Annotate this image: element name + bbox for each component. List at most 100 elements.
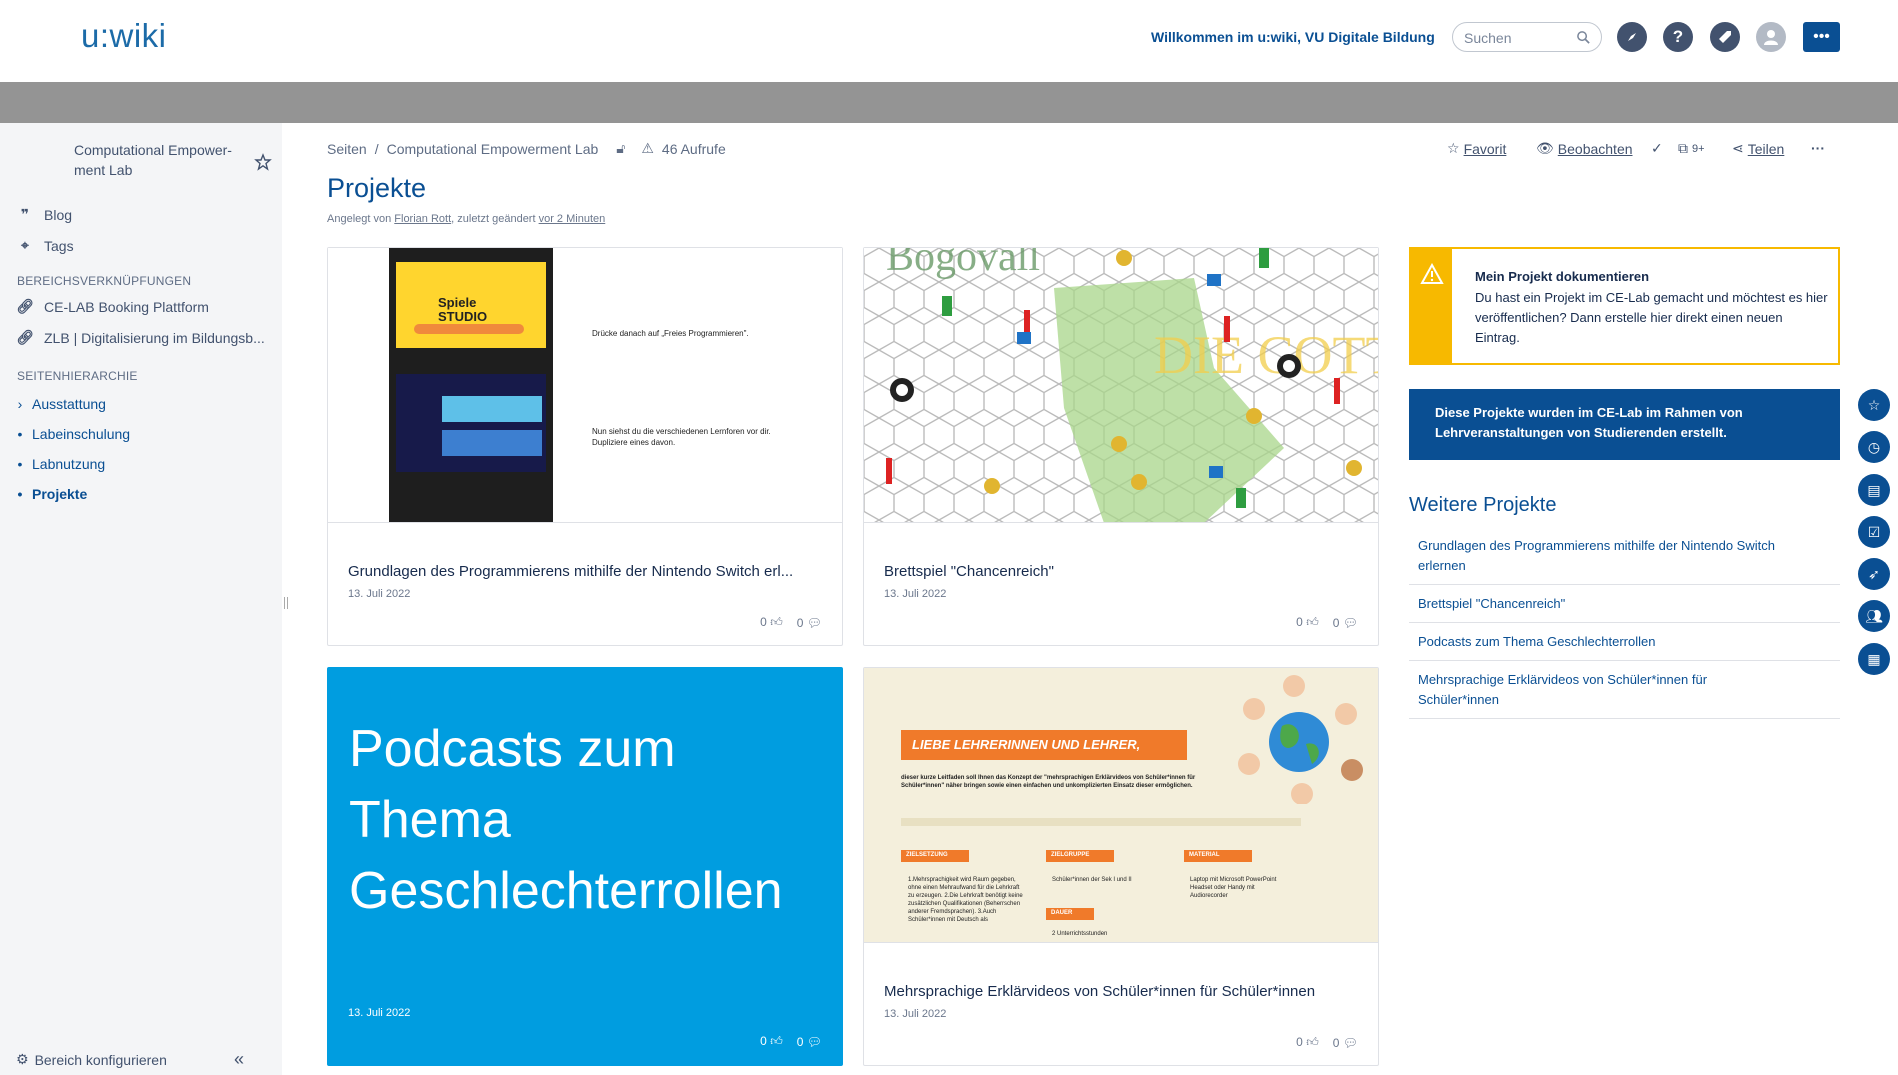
project-card[interactable]: Podcasts zum Thema Geschlechterrollen 13… xyxy=(327,667,843,1066)
comment-count[interactable]: 0 💬︎ xyxy=(797,616,822,630)
header-banner xyxy=(0,82,1898,123)
tree-item-labnutzung[interactable]: • Labnutzung xyxy=(16,456,106,472)
project-card[interactable]: Spiele STUDIO Drücke danach auf „Freies … xyxy=(327,247,843,646)
thumb-label: MATERIAL xyxy=(1184,850,1252,862)
collapse-sidebar-icon[interactable]: « xyxy=(234,1049,244,1070)
globe-people-illustration xyxy=(1238,675,1363,804)
like-count[interactable]: 0 👍︎ xyxy=(1296,1035,1319,1050)
card-stats: 0 👍︎ 0 💬︎ xyxy=(760,1034,822,1049)
breadcrumb-root[interactable]: Seiten xyxy=(327,141,367,157)
apps-grid-icon[interactable]: ▦ xyxy=(1858,643,1890,675)
favorite-button[interactable]: ☆ Favorit xyxy=(1447,140,1506,157)
card-title[interactable]: Grundlagen des Programmierens mithilfe d… xyxy=(348,563,824,580)
tag-icon: ⌖ xyxy=(21,237,29,253)
bullet-icon: • xyxy=(17,486,23,502)
more-menu-button[interactable]: ••• xyxy=(1803,22,1840,52)
watch-label: Beobachten xyxy=(1557,140,1633,157)
breadcrumb-parent[interactable]: Computational Empowerment Lab xyxy=(387,141,599,157)
weitere-projekte-list: Grundlagen des Programmierens mithilfe d… xyxy=(1409,527,1840,719)
user-avatar[interactable] xyxy=(1756,22,1786,52)
comment-count[interactable]: 0 💬︎ xyxy=(1333,616,1358,630)
star-icon[interactable] xyxy=(254,153,272,171)
list-item[interactable]: Podcasts zum Thema Geschlechterrollen xyxy=(1409,623,1840,661)
thumb-caption: DIE COTTAGE xyxy=(1154,325,1378,385)
sidebar-link-zlb[interactable]: 🔗︎ ZLB | Digitalisierung im Bildungsb... xyxy=(16,329,265,346)
comment-count[interactable]: 0 💬︎ xyxy=(797,1035,822,1049)
project-card[interactable]: LIEBE LEHRERINNEN UND LEHRER, dieser kur… xyxy=(863,667,1379,1066)
screen-label: Spiele STUDIO xyxy=(438,295,488,324)
author-link[interactable]: Florian Rott xyxy=(394,213,451,225)
bullet-icon: • xyxy=(17,456,23,472)
sidebar-link-label: CE-LAB Booking Plattform xyxy=(44,298,209,315)
card-title[interactable]: Podcasts zum Thema Geschlechterrollen xyxy=(349,714,829,927)
page-icon[interactable]: ▤ xyxy=(1858,474,1890,506)
rocket-icon[interactable]: ➶ xyxy=(1858,558,1890,590)
thumb-caption: Bogovall xyxy=(886,248,1040,280)
card-thumbnail: Bogovall DIE COTTAGE xyxy=(864,248,1378,523)
weitere-projekte-heading: Weitere Projekte xyxy=(1409,494,1557,516)
compass-icon[interactable] xyxy=(1617,22,1647,52)
breadcrumb-separator: / xyxy=(374,140,379,157)
configure-space-button[interactable]: ⚙ Bereich konfigurieren xyxy=(16,1051,167,1068)
thumb-caption: Nun siehst du die verschiedenen Lernfore… xyxy=(592,427,771,447)
share-button[interactable]: ⋖ Teilen xyxy=(1732,140,1784,157)
search-input[interactable] xyxy=(1464,28,1574,48)
modified-link[interactable]: vor 2 Minuten xyxy=(539,213,606,225)
sidebar-resize-handle[interactable] xyxy=(284,597,288,609)
notifications-icon[interactable] xyxy=(1710,22,1740,52)
uwiki-logo[interactable]: u:wiki xyxy=(81,17,167,55)
clock-icon[interactable]: ◷ xyxy=(1858,431,1890,463)
card-thumbnail: Spiele STUDIO Drücke danach auf „Freies … xyxy=(328,248,842,523)
like-count[interactable]: 0 👍︎ xyxy=(760,615,783,630)
screen-yellow: Spiele STUDIO xyxy=(396,262,546,348)
list-item[interactable]: Brettspiel "Chancenreich" xyxy=(1409,585,1840,623)
card-thumbnail: LIEBE LEHRERINNEN UND LEHRER, dieser kur… xyxy=(864,668,1378,943)
watch-button[interactable]: 👁︎ Beobachten xyxy=(1536,140,1633,157)
share-icon: ⋖ xyxy=(1732,140,1744,156)
screen-tiles xyxy=(442,430,542,456)
check-button[interactable]: ✓ xyxy=(1651,140,1663,157)
section-heading-links: BEREICHSVERKNÜPFUNGEN xyxy=(17,274,192,288)
card-title[interactable]: Brettspiel "Chancenreich" xyxy=(884,563,1360,580)
list-item[interactable]: Grundlagen des Programmierens mithilfe d… xyxy=(1409,527,1840,585)
space-sidebar: Computational Empower-ment Lab ❞ Blog ⌖ … xyxy=(0,123,282,1075)
welcome-message[interactable]: Willkommen im u:wiki, VU Digitale Bildun… xyxy=(1151,29,1435,45)
like-count[interactable]: 0 👍︎ xyxy=(1296,615,1319,630)
project-card[interactable]: Bogovall DIE COTTAGE Brettspiel "Chancen… xyxy=(863,247,1379,646)
sidebar-item-blog[interactable]: ❞ Blog xyxy=(16,206,72,223)
screen-bar xyxy=(414,324,524,334)
comment-count[interactable]: 0 💬︎ xyxy=(1333,1036,1358,1050)
info-text[interactable]: Du hast ein Projekt im CE-Lab gemacht un… xyxy=(1475,288,1829,348)
thumb-caption: 2 Unterrichtsstunden xyxy=(1052,931,1108,937)
thumb-caption: 1.Mehrsprachigkeit wird Raum gegeben, oh… xyxy=(908,877,1023,923)
more-actions-icon[interactable]: ··· xyxy=(1811,140,1825,156)
share-label: Teilen xyxy=(1747,140,1785,157)
warning-icon xyxy=(1420,263,1444,284)
sidebar-item-label: Tags xyxy=(44,237,74,254)
search-box[interactable] xyxy=(1452,22,1602,52)
star-icon[interactable]: ☆ xyxy=(1858,389,1890,421)
tree-item-projekte[interactable]: • Projekte xyxy=(16,486,88,502)
list-item[interactable]: Mehrsprachige Erklärvideos von Schüler*i… xyxy=(1409,661,1840,719)
bullet-icon: • xyxy=(17,426,23,442)
page-views[interactable]: 46 Aufrufe xyxy=(662,141,726,157)
copies-button[interactable]: ⧉ 9+ xyxy=(1678,140,1705,157)
tree-item-label: Ausstattung xyxy=(32,396,106,412)
tree-item-ausstattung[interactable]: › Ausstattung xyxy=(16,396,106,412)
tree-item-label: Projekte xyxy=(32,486,88,502)
space-name[interactable]: Computational Empower-ment Lab xyxy=(74,140,244,180)
sidebar-link-booking[interactable]: 🔗︎ CE-LAB Booking Plattform xyxy=(16,298,209,315)
help-icon[interactable]: ? xyxy=(1663,22,1693,52)
tree-item-labeinschulung[interactable]: • Labeinschulung xyxy=(16,426,131,442)
card-title[interactable]: Mehrsprachige Erklärvideos von Schüler*i… xyxy=(884,983,1360,1000)
sidebar-item-tags[interactable]: ⌖ Tags xyxy=(16,237,74,254)
checkbox-icon[interactable]: ☑ xyxy=(1858,516,1890,548)
unlock-icon[interactable]: 🔓︎ xyxy=(616,140,625,157)
people-icon[interactable]: 👥︎ xyxy=(1858,600,1890,632)
card-stats: 0 👍︎ 0 💬︎ xyxy=(760,615,822,630)
like-count[interactable]: 0 👍︎ xyxy=(760,1034,783,1049)
chevron-right-icon[interactable]: › xyxy=(16,396,24,412)
card-date: 13. Juli 2022 xyxy=(884,1008,947,1020)
star-icon: ☆ xyxy=(1447,140,1460,156)
thumb-label: DAUER xyxy=(1046,908,1094,920)
